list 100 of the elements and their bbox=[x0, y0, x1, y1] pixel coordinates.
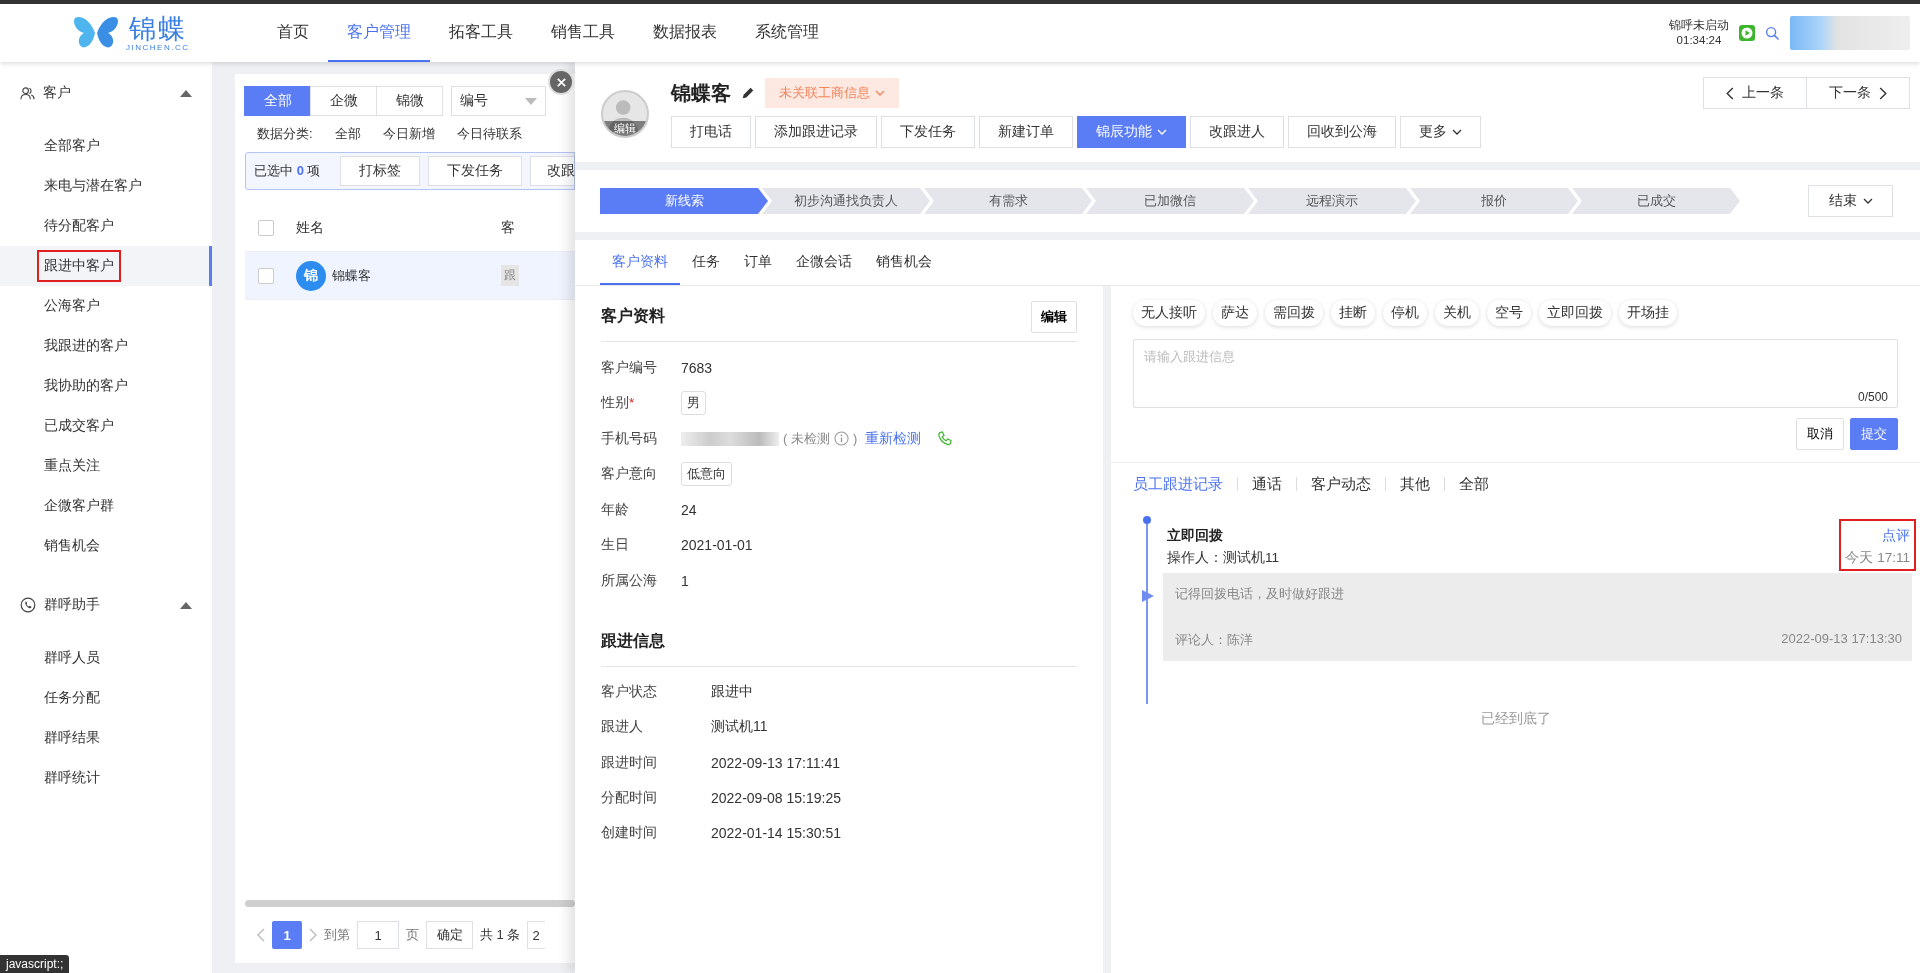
source-tab[interactable]: 全部 bbox=[244, 86, 311, 116]
action-button[interactable]: 回收到公海 bbox=[1288, 116, 1396, 148]
bulk-action-button[interactable]: 改跟 bbox=[530, 156, 574, 186]
collapse-arrow-icon[interactable] bbox=[180, 89, 192, 97]
bulk-action-button[interactable]: 下发任务 bbox=[428, 156, 522, 186]
record-filter-tab[interactable]: 其他 bbox=[1385, 477, 1444, 491]
bulk-action-button[interactable]: 打标签 bbox=[340, 156, 420, 186]
sidebar-item[interactable]: 我跟进的客户 bbox=[0, 326, 212, 366]
nav-tab[interactable]: 销售工具 bbox=[532, 4, 634, 62]
prev-page-icon[interactable] bbox=[257, 928, 265, 942]
table-row[interactable]: 锦 锦蝶客 跟 bbox=[245, 252, 575, 300]
cancel-button[interactable]: 取消 bbox=[1796, 418, 1844, 450]
record-filter-tab[interactable]: 通话 bbox=[1237, 477, 1296, 491]
category-label: 数据分类: bbox=[257, 125, 313, 143]
stage-step[interactable]: 新线索 bbox=[600, 188, 768, 214]
field-tag[interactable]: 男 bbox=[681, 391, 706, 416]
feature-menu-button[interactable]: 锦辰功能 bbox=[1077, 116, 1186, 148]
sidebar-item[interactable]: 销售机会 bbox=[0, 526, 212, 566]
previous-button[interactable]: 上一条 bbox=[1703, 77, 1807, 109]
confirm-button[interactable]: 确定 bbox=[426, 921, 473, 949]
submit-button[interactable]: 提交 bbox=[1850, 418, 1898, 450]
nav-tab[interactable]: 首页 bbox=[258, 4, 328, 62]
recheck-link[interactable]: 重新检测 bbox=[865, 429, 922, 448]
quick-tag[interactable]: 立即回拨 bbox=[1539, 300, 1611, 326]
sort-field-select[interactable]: 编号 bbox=[451, 86, 546, 116]
char-counter: 0/500 bbox=[1857, 390, 1888, 404]
action-button[interactable]: 下发任务 bbox=[881, 116, 975, 148]
next-page-icon[interactable] bbox=[309, 928, 317, 942]
sidebar-item[interactable]: 群呼统计 bbox=[0, 758, 212, 798]
end-stage-button[interactable]: 结束 bbox=[1808, 185, 1893, 217]
edit-button[interactable]: 编辑 bbox=[1031, 300, 1077, 333]
quick-tag[interactable]: 关机 bbox=[1435, 300, 1479, 326]
quick-tag[interactable]: 停机 bbox=[1383, 300, 1427, 326]
phone-icon[interactable] bbox=[937, 430, 954, 447]
sidebar-item[interactable]: 企微客户群 bbox=[0, 486, 212, 526]
detail-tab[interactable]: 任务 bbox=[680, 240, 732, 285]
source-tab[interactable]: 企微 bbox=[310, 86, 377, 116]
category-filter[interactable]: 今日待联系 bbox=[456, 125, 522, 143]
pencil-icon[interactable] bbox=[741, 86, 755, 100]
collapse-arrow-icon[interactable] bbox=[180, 601, 192, 609]
customer-avatar[interactable]: 编辑 bbox=[601, 90, 649, 138]
quick-tag[interactable]: 挂断 bbox=[1331, 300, 1375, 326]
stage-step[interactable]: 已加微信 bbox=[1086, 188, 1254, 214]
play-icon[interactable] bbox=[1739, 25, 1755, 41]
page-size-select[interactable]: 2 bbox=[527, 921, 546, 949]
nav-tab[interactable]: 数据报表 bbox=[634, 4, 736, 62]
sidebar-item[interactable]: 群呼人员 bbox=[0, 638, 212, 678]
action-button[interactable]: 添加跟进记录 bbox=[755, 116, 877, 148]
more-menu-button[interactable]: 更多 bbox=[1400, 116, 1481, 148]
page-unit: 页 bbox=[406, 926, 419, 944]
quick-tag[interactable]: 无人接听 bbox=[1133, 300, 1205, 326]
category-filter[interactable]: 今日新增 bbox=[382, 125, 435, 143]
detail-tab[interactable]: 订单 bbox=[732, 240, 784, 285]
horizontal-scrollbar[interactable] bbox=[245, 900, 575, 907]
record-filter-tab[interactable]: 客户动态 bbox=[1296, 477, 1385, 491]
stage-step[interactable]: 远程演示 bbox=[1248, 188, 1416, 214]
action-button[interactable]: 新建订单 bbox=[979, 116, 1073, 148]
sidebar-item[interactable]: 跟进中客户 bbox=[0, 246, 212, 286]
action-button[interactable]: 改跟进人 bbox=[1190, 116, 1284, 148]
stage-step[interactable]: 已成交 bbox=[1572, 188, 1740, 214]
sidebar-item[interactable]: 重点关注 bbox=[0, 446, 212, 486]
customer-avatar: 锦 bbox=[296, 260, 326, 291]
field-label: 生日 bbox=[601, 536, 630, 555]
sidebar-item[interactable]: 全部客户 bbox=[0, 126, 212, 166]
quick-tag[interactable]: 需回拨 bbox=[1265, 300, 1323, 326]
sidebar-group-label[interactable]: 群呼助手 bbox=[44, 596, 172, 614]
select-all-checkbox[interactable] bbox=[258, 219, 274, 236]
quick-tag[interactable]: 开场挂 bbox=[1619, 300, 1677, 326]
stage-step[interactable]: 有需求 bbox=[924, 188, 1092, 214]
sidebar-item[interactable]: 任务分配 bbox=[0, 678, 212, 718]
nav-tab[interactable]: 系统管理 bbox=[736, 4, 838, 62]
category-filter[interactable]: 全部 bbox=[334, 125, 361, 143]
sidebar-item[interactable]: 群呼结果 bbox=[0, 718, 212, 758]
page-input[interactable]: 1 bbox=[357, 921, 399, 949]
sidebar-item[interactable]: 我协助的客户 bbox=[0, 366, 212, 406]
sidebar-item[interactable]: 来电与潜在客户 bbox=[0, 166, 212, 206]
field-label: 所属公海 bbox=[601, 571, 658, 590]
sidebar-item[interactable]: 已成交客户 bbox=[0, 406, 212, 446]
record-filter-tab[interactable]: 全部 bbox=[1444, 477, 1503, 491]
quick-tag[interactable]: 萨达 bbox=[1213, 300, 1257, 326]
quick-tag[interactable]: 空号 bbox=[1487, 300, 1531, 326]
action-button[interactable]: 打电话 bbox=[671, 116, 751, 148]
search-icon[interactable] bbox=[1765, 25, 1780, 41]
field-tag[interactable]: 低意向 bbox=[681, 462, 732, 487]
next-button[interactable]: 下一条 bbox=[1806, 77, 1910, 109]
review-link[interactable]: 点评 bbox=[1882, 527, 1910, 545]
stage-step[interactable]: 初步沟通找负责人 bbox=[762, 188, 930, 214]
nav-tab[interactable]: 拓客工具 bbox=[430, 4, 532, 62]
page-button[interactable]: 1 bbox=[272, 921, 302, 949]
sidebar-group-label[interactable]: 客户 bbox=[43, 84, 172, 102]
stage-step[interactable]: 报价 bbox=[1410, 188, 1578, 214]
sidebar-item[interactable]: 待分配客户 bbox=[0, 206, 212, 246]
sidebar-item[interactable]: 公海客户 bbox=[0, 286, 212, 326]
info-icon[interactable] bbox=[833, 431, 849, 447]
source-tab[interactable]: 锦微 bbox=[376, 86, 443, 116]
detail-tab[interactable]: 销售机会 bbox=[864, 240, 944, 285]
row-checkbox[interactable] bbox=[258, 267, 274, 284]
record-filter-tab[interactable]: 员工跟进记录 bbox=[1133, 477, 1237, 491]
detail-tab[interactable]: 企微会话 bbox=[784, 240, 864, 285]
avatar-placeholder[interactable] bbox=[1790, 16, 1910, 50]
